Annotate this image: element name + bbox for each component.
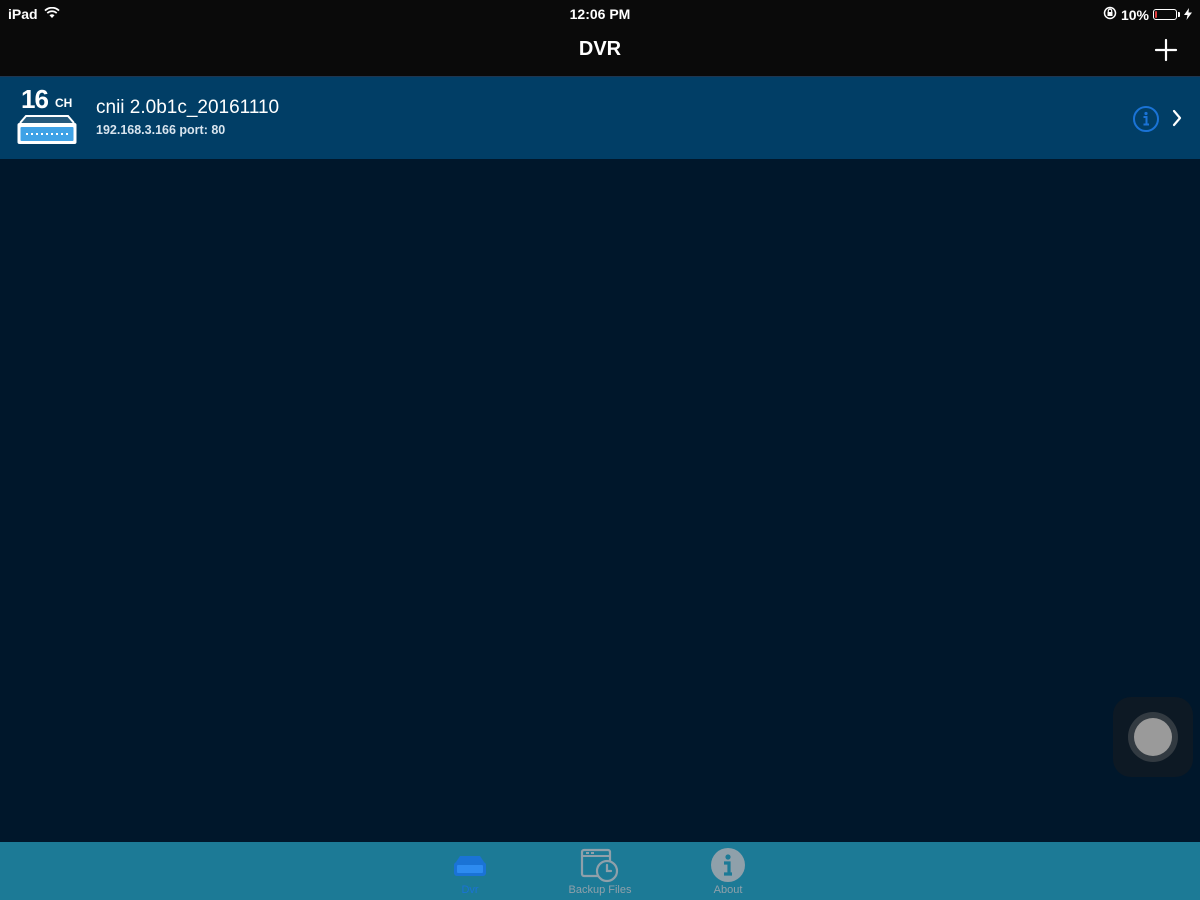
- assistive-touch-button[interactable]: [1113, 697, 1193, 777]
- backup-files-icon: [580, 848, 619, 883]
- page-title: DVR: [578, 38, 622, 60]
- status-time: 12:06 PM: [569, 6, 631, 22]
- device-address: 192.168.3.166 port: 80: [96, 123, 226, 137]
- dvr-tab-icon: [454, 856, 486, 876]
- about-info-icon: [711, 848, 745, 882]
- tab-bar: Dvr Backup Files About: [0, 842, 1200, 900]
- status-right: 10%: [1103, 6, 1192, 23]
- battery-level-fill: [1155, 11, 1157, 18]
- tab-label-dvr: Dvr: [461, 884, 479, 896]
- tab-backup-files[interactable]: Backup Files: [545, 842, 655, 900]
- device-name: cnii 2.0b1c_20161110: [96, 97, 280, 118]
- info-icon: [1133, 106, 1159, 132]
- tab-label-about: About: [713, 884, 743, 896]
- battery-percent: 10%: [1120, 6, 1149, 23]
- battery-icon: [1153, 9, 1180, 20]
- channel-unit: CH: [55, 96, 73, 110]
- plus-icon: [1154, 38, 1178, 62]
- status-bar: iPad 12:06 PM 10%: [0, 0, 1200, 28]
- dvr-app-screen: iPad 12:06 PM 10% DVR 16 CH cnii 2.0b1c_…: [0, 0, 1200, 900]
- tab-about[interactable]: About: [673, 842, 783, 900]
- tab-dvr[interactable]: Dvr: [415, 842, 525, 900]
- charging-icon: [1184, 7, 1192, 23]
- device-info-button[interactable]: [1132, 105, 1160, 133]
- navigation-bar: DVR: [0, 28, 1200, 77]
- assistive-touch-dot: [1134, 718, 1172, 756]
- orientation-lock-icon: [1103, 6, 1117, 23]
- dvr-box-icon: [17, 115, 77, 144]
- dvr-device-icon: 16 CH: [16, 85, 80, 151]
- chevron-right-icon: [1172, 109, 1182, 127]
- device-list-item[interactable]: 16 CH cnii 2.0b1c_20161110 192.168.3.166…: [0, 77, 1200, 159]
- tab-label-backup-files: Backup Files: [568, 884, 632, 896]
- add-device-button[interactable]: [1152, 36, 1180, 64]
- channel-count: 16: [21, 84, 49, 114]
